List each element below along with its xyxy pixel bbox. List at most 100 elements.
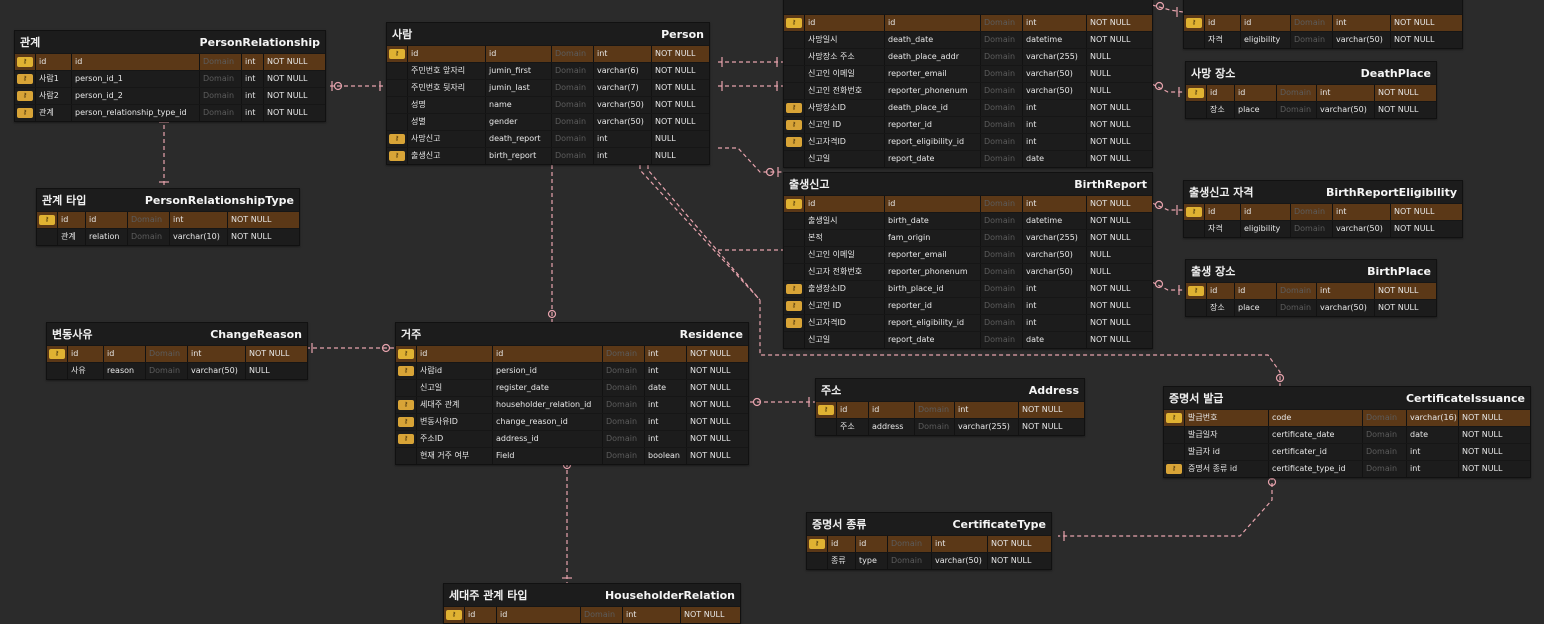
entity-HouseholderRelation[interactable]: 세대주 관계 타입 HouseholderRelation ⚷ id id Domain i… bbox=[443, 583, 741, 624]
entity-Residence[interactable]: 거주 Residence ⚷ id id Domain int NOT NULL ⚷ 사람id pe… bbox=[395, 322, 749, 465]
primary-key-row[interactable]: ⚷ id id Domain int NOT NULL bbox=[1184, 203, 1462, 220]
primary-key-row[interactable]: ⚷ id id Domain int NOT NULL bbox=[15, 53, 325, 70]
entity-header[interactable]: 관계 타입 PersonRelationshipType bbox=[37, 189, 299, 211]
logical-column-name: 자격 bbox=[1204, 32, 1240, 48]
attribute-row[interactable]: ⚷ 신고인 ID reporter_id Domain int NOT NULL bbox=[784, 116, 1152, 133]
attribute-row[interactable]: ⚷ 세대주 관계 householder_relation_id Domain int N… bbox=[396, 396, 748, 413]
attribute-row[interactable]: 신고인 전화번호 reporter_phonenum Domain varchar(5… bbox=[784, 82, 1152, 99]
attribute-row[interactable]: 자격 eligibility Domain varchar(50) NOT NULL bbox=[1184, 220, 1462, 237]
primary-key-row[interactable]: ⚷ id id Domain int NOT NULL bbox=[784, 195, 1152, 212]
attribute-row[interactable]: ⚷ 출생신고 birth_report Domain int NULL bbox=[387, 147, 709, 164]
entity-Person[interactable]: 사람 Person ⚷ id id Domain int NOT NULL 주민번호 앞자리 ju… bbox=[386, 22, 710, 165]
entity-header[interactable]: 출생 장소 BirthPlace bbox=[1186, 260, 1436, 282]
attribute-row[interactable]: 주민번호 앞자리 jumin_first Domain varchar(6) NOT N… bbox=[387, 62, 709, 79]
attribute-row[interactable]: ⚷ 신고자격ID report_eligibility_id Domain int NOT… bbox=[784, 314, 1152, 331]
entity-header[interactable]: 관계 PersonRelationship bbox=[15, 31, 325, 53]
primary-key-row[interactable]: ⚷ id id Domain int NOT NULL bbox=[784, 14, 1152, 31]
attribute-row[interactable]: 관계 relation Domain varchar(10) NOT NULL bbox=[37, 228, 299, 245]
entity-header[interactable]: 출생신고 BirthReport bbox=[784, 173, 1152, 195]
primary-key-row[interactable]: ⚷ id id Domain int NOT NULL bbox=[807, 535, 1051, 552]
primary-key-row[interactable]: ⚷ id id Domain int NOT NULL bbox=[1186, 282, 1436, 299]
entity-CertificateType[interactable]: 증명서 종류 CertificateType ⚷ id id Domain int NOT N… bbox=[806, 512, 1052, 570]
entity-header[interactable]: 출생신고 자격 BirthReportEligibility bbox=[1184, 181, 1462, 203]
blank-icon-cell bbox=[1186, 300, 1206, 316]
entity-header[interactable] bbox=[1184, 0, 1462, 14]
data-type: varchar(50) bbox=[593, 114, 651, 130]
entity-CertificateIssuance[interactable]: 증명서 발급 CertificateIssuance ⚷ 발급번호 code Domain… bbox=[1163, 386, 1531, 478]
attribute-row[interactable]: 현재 거주 여부 Field Domain boolean NOT NULL bbox=[396, 447, 748, 464]
attribute-row[interactable]: ⚷ 신고인 ID reporter_id Domain int NOT NULL bbox=[784, 297, 1152, 314]
physical-column-name: name bbox=[485, 97, 551, 113]
domain-cell: Domain bbox=[980, 32, 1022, 48]
entity-PersonRelationship[interactable]: 관계 PersonRelationship ⚷ id id Domain int NOT NU… bbox=[14, 30, 326, 122]
attribute-row[interactable]: 자격 eligibility Domain varchar(50) NOT NULL bbox=[1184, 31, 1462, 48]
primary-key-row[interactable]: ⚷ id id Domain int NOT NULL bbox=[47, 345, 307, 362]
attribute-row[interactable]: ⚷ 사람1 person_id_1 Domain int NOT NULL bbox=[15, 70, 325, 87]
logical-column-name: 증명서 종류 id bbox=[1184, 461, 1268, 477]
logical-column-name: 신고자 전화번호 bbox=[804, 264, 884, 280]
attribute-row[interactable]: ⚷ 사람id persion_id Domain int NOT NULL bbox=[396, 362, 748, 379]
attribute-row[interactable]: 성명 name Domain varchar(50) NOT NULL bbox=[387, 96, 709, 113]
entity-header[interactable] bbox=[784, 0, 1152, 14]
entity-header[interactable]: 증명서 종류 CertificateType bbox=[807, 513, 1051, 535]
logical-column-name: 장소 bbox=[1206, 300, 1234, 316]
attribute-row[interactable]: 발급일자 certificate_date Domain date NOT NULL bbox=[1164, 426, 1530, 443]
domain-cell: Domain bbox=[602, 363, 644, 379]
attribute-row[interactable]: ⚷ 관계 person_relationship_type_id Domain int N… bbox=[15, 104, 325, 121]
entity-PersonRelationshipType[interactable]: 관계 타입 PersonRelationshipType ⚷ id id Domain in… bbox=[36, 188, 300, 246]
primary-key-row[interactable]: ⚷ 발급번호 code Domain varchar(16) NOT NULL bbox=[1164, 409, 1530, 426]
entity-header[interactable]: 사람 Person bbox=[387, 23, 709, 45]
entity-BirthReportEligibility[interactable]: 출생신고 자격 BirthReportEligibility ⚷ id id Domain… bbox=[1183, 180, 1463, 238]
attribute-row[interactable]: ⚷ 신고자격ID report_eligibility_id Domain int NOT… bbox=[784, 133, 1152, 150]
entity-DeathReportEligibility[interactable]: ⚷ id id Domain int NOT NULL 자격 eligibility Domai… bbox=[1183, 0, 1463, 49]
primary-key-row[interactable]: ⚷ id id Domain int NOT NULL bbox=[1184, 14, 1462, 31]
attribute-row[interactable]: 출생일시 birth_date Domain datetime NOT NULL bbox=[784, 212, 1152, 229]
primary-key-row[interactable]: ⚷ id id Domain int NOT NULL bbox=[387, 45, 709, 62]
attribute-row[interactable]: 사망일시 death_date Domain datetime NOT NULL bbox=[784, 31, 1152, 48]
attribute-row[interactable]: 주소 address Domain varchar(255) NOT NULL bbox=[816, 418, 1084, 435]
attribute-row[interactable]: 종류 type Domain varchar(50) NOT NULL bbox=[807, 552, 1051, 569]
attribute-row[interactable]: ⚷ 증명서 종류 id certificate_type_id Domain int NO… bbox=[1164, 460, 1530, 477]
physical-column-name: id bbox=[1234, 283, 1276, 299]
attribute-row[interactable]: 장소 place Domain varchar(50) NOT NULL bbox=[1186, 101, 1436, 118]
entity-BirthReport[interactable]: 출생신고 BirthReport ⚷ id id Domain int NOT NULL 출생일… bbox=[783, 172, 1153, 349]
attribute-row[interactable]: 신고자 전화번호 reporter_phonenum Domain varchar(5… bbox=[784, 263, 1152, 280]
attribute-row[interactable]: ⚷ 변동사유ID change_reason_id Domain int NOT NULL bbox=[396, 413, 748, 430]
attribute-row[interactable]: 본적 fam_origin Domain varchar(255) NOT NULL bbox=[784, 229, 1152, 246]
entity-header[interactable]: 변동사유 ChangeReason bbox=[47, 323, 307, 345]
attribute-row[interactable]: ⚷ 주소ID address_id Domain int NOT NULL bbox=[396, 430, 748, 447]
entity-ChangeReason[interactable]: 변동사유 ChangeReason ⚷ id id Domain int NOT NULL 사유… bbox=[46, 322, 308, 380]
entity-header[interactable]: 세대주 관계 타입 HouseholderRelation bbox=[444, 584, 740, 606]
logical-column-name: 신고자격ID bbox=[804, 134, 884, 150]
attribute-row[interactable]: 신고인 이메일 reporter_email Domain varchar(50) NU… bbox=[784, 246, 1152, 263]
attribute-row[interactable]: ⚷ 사람2 person_id_2 Domain int NOT NULL bbox=[15, 87, 325, 104]
attribute-row[interactable]: 신고인 이메일 reporter_email Domain varchar(50) NU… bbox=[784, 65, 1152, 82]
entity-header[interactable]: 증명서 발급 CertificateIssuance bbox=[1164, 387, 1530, 409]
attribute-row[interactable]: ⚷ 사망신고 death_report Domain int NULL bbox=[387, 130, 709, 147]
blank-icon-cell bbox=[1164, 444, 1184, 460]
attribute-row[interactable]: 장소 place Domain varchar(50) NOT NULL bbox=[1186, 299, 1436, 316]
primary-key-row[interactable]: ⚷ id id Domain int NOT NULL bbox=[816, 401, 1084, 418]
attribute-row[interactable]: 발급자 id certificater_id Domain int NOT NULL bbox=[1164, 443, 1530, 460]
entity-BirthPlace[interactable]: 출생 장소 BirthPlace ⚷ id id Domain int NOT NULL 장소 p… bbox=[1185, 259, 1437, 317]
attribute-row[interactable]: 성별 gender Domain varchar(50) NOT NULL bbox=[387, 113, 709, 130]
nullability: NOT NULL bbox=[263, 71, 325, 87]
primary-key-row[interactable]: ⚷ id id Domain int NOT NULL bbox=[1186, 84, 1436, 101]
attribute-row[interactable]: ⚷ 사망장소ID death_place_id Domain int NOT NULL bbox=[784, 99, 1152, 116]
entity-header[interactable]: 거주 Residence bbox=[396, 323, 748, 345]
attribute-row[interactable]: 사망장소 주소 death_place_addr Domain varchar(255… bbox=[784, 48, 1152, 65]
attribute-row[interactable]: 사유 reason Domain varchar(50) NULL bbox=[47, 362, 307, 379]
primary-key-row[interactable]: ⚷ id id Domain int NOT NULL bbox=[444, 606, 740, 623]
attribute-row[interactable]: ⚷ 출생장소ID birth_place_id Domain int NOT NULL bbox=[784, 280, 1152, 297]
entity-DeathReport[interactable]: ⚷ id id Domain int NOT NULL 사망일시 death_date Doma… bbox=[783, 0, 1153, 168]
entity-header[interactable]: 주소 Address bbox=[816, 379, 1084, 401]
primary-key-row[interactable]: ⚷ id id Domain int NOT NULL bbox=[37, 211, 299, 228]
attribute-row[interactable]: 신고일 report_date Domain date NOT NULL bbox=[784, 150, 1152, 167]
attribute-row[interactable]: 주민번호 뒷자리 jumin_last Domain varchar(7) NOT NU… bbox=[387, 79, 709, 96]
entity-header[interactable]: 사망 장소 DeathPlace bbox=[1186, 62, 1436, 84]
attribute-row[interactable]: 신고일 report_date Domain date NOT NULL bbox=[784, 331, 1152, 348]
entity-DeathPlace[interactable]: 사망 장소 DeathPlace ⚷ id id Domain int NOT NULL 장소 p… bbox=[1185, 61, 1437, 119]
primary-key-row[interactable]: ⚷ id id Domain int NOT NULL bbox=[396, 345, 748, 362]
attribute-row[interactable]: 신고일 register_date Domain date NOT NULL bbox=[396, 379, 748, 396]
entity-Address[interactable]: 주소 Address ⚷ id id Domain int NOT NULL 주소 address… bbox=[815, 378, 1085, 436]
